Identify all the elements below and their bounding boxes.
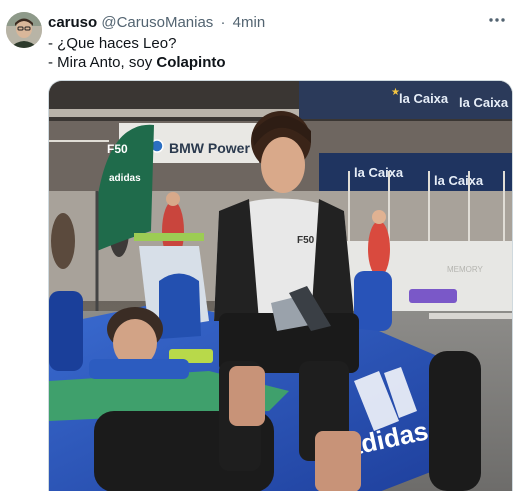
tweet[interactable]: caruso @CarusoManias · 4min - ¿Que haces…: [0, 0, 517, 491]
flag-fso: F50: [107, 142, 128, 156]
author-display-name[interactable]: caruso: [48, 14, 97, 31]
caixa-sign-3: la Caixa: [354, 165, 404, 180]
caixa-sign-1: la Caixa: [399, 91, 449, 106]
tweet-text: - ¿Que haces Leo? - Mira Anto, soy Colap…: [48, 34, 226, 72]
caixa-sign-4: la Caixa: [434, 173, 484, 188]
avatar[interactable]: [6, 12, 42, 48]
tweet-media-photo[interactable]: la Caixa la Caixa ★ BMW Power la Caixa l…: [48, 80, 513, 491]
flag-adidas: adidas: [109, 173, 141, 184]
tweet-timestamp[interactable]: 4min: [233, 14, 266, 31]
tweet-line-2: - Mira Anto, soy Colapinto: [48, 53, 226, 72]
watermark-text: MEMORY: [447, 265, 484, 274]
tweet-header: caruso @CarusoManias · 4min: [48, 13, 497, 33]
avatar-image: [6, 12, 42, 48]
author-handle[interactable]: @CarusoManias: [101, 14, 213, 31]
shirt-logo: F50: [297, 235, 315, 246]
tweet-line-1: - ¿Que haces Leo?: [48, 35, 177, 52]
caixa-sign-2: la Caixa: [459, 95, 509, 110]
tweet-line-2-bold: Colapinto: [156, 54, 226, 71]
tweet-line-2-prefix: - Mira Anto, soy: [48, 54, 157, 71]
bmw-banner: BMW Power: [169, 140, 250, 156]
svg-text:★: ★: [391, 87, 400, 98]
separator-dot: ·: [220, 14, 226, 31]
race-car-photo: la Caixa la Caixa ★ BMW Power la Caixa l…: [49, 81, 512, 491]
more-horizontal-icon[interactable]: [485, 10, 509, 30]
